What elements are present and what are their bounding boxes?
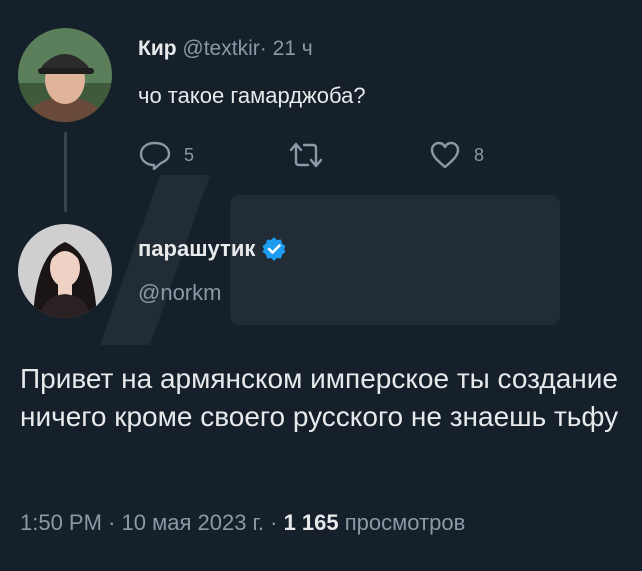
tweet-meta: 1:50 PM · 10 мая 2023 г. · 1 165 просмот… <box>20 508 465 538</box>
like-button[interactable]: 8 <box>428 140 484 170</box>
tweet-time[interactable]: 1:50 PM <box>20 510 102 535</box>
tweet-date[interactable]: 10 мая 2023 г. <box>122 510 264 535</box>
author-name[interactable]: парашутик <box>138 235 255 263</box>
heart-icon <box>430 141 460 169</box>
retweet-button[interactable] <box>288 140 336 170</box>
author-name-row: парашутик <box>138 235 287 263</box>
views-count: 1 165 <box>283 510 339 535</box>
comment-icon <box>139 141 171 170</box>
reply-separator: · <box>259 37 267 60</box>
thread-line <box>64 132 67 212</box>
meta-separator-2: · <box>270 510 278 535</box>
like-count: 8 <box>474 144 485 165</box>
tweet-text: Привет на армянском имперское ты создани… <box>20 363 619 432</box>
author-avatar[interactable] <box>18 224 112 318</box>
views-label: просмотров <box>344 510 466 535</box>
reply-text: чо такое гамарджоба? <box>138 83 366 108</box>
reply-author-handle[interactable]: @textkir <box>182 37 259 60</box>
reply-button[interactable]: 5 <box>138 140 194 170</box>
meta-separator-1: · <box>108 510 116 535</box>
reply-header: Кир @textkir· 21 ч <box>138 36 313 62</box>
author-handle[interactable]: @norkm <box>138 279 221 307</box>
reply-count: 5 <box>184 144 195 165</box>
verified-badge-icon <box>262 237 286 261</box>
retweet-icon <box>289 142 323 168</box>
reply-timestamp[interactable]: 21 ч <box>273 37 313 60</box>
reply-author-name[interactable]: Кир <box>138 37 177 60</box>
reply-author-avatar[interactable] <box>18 28 112 122</box>
